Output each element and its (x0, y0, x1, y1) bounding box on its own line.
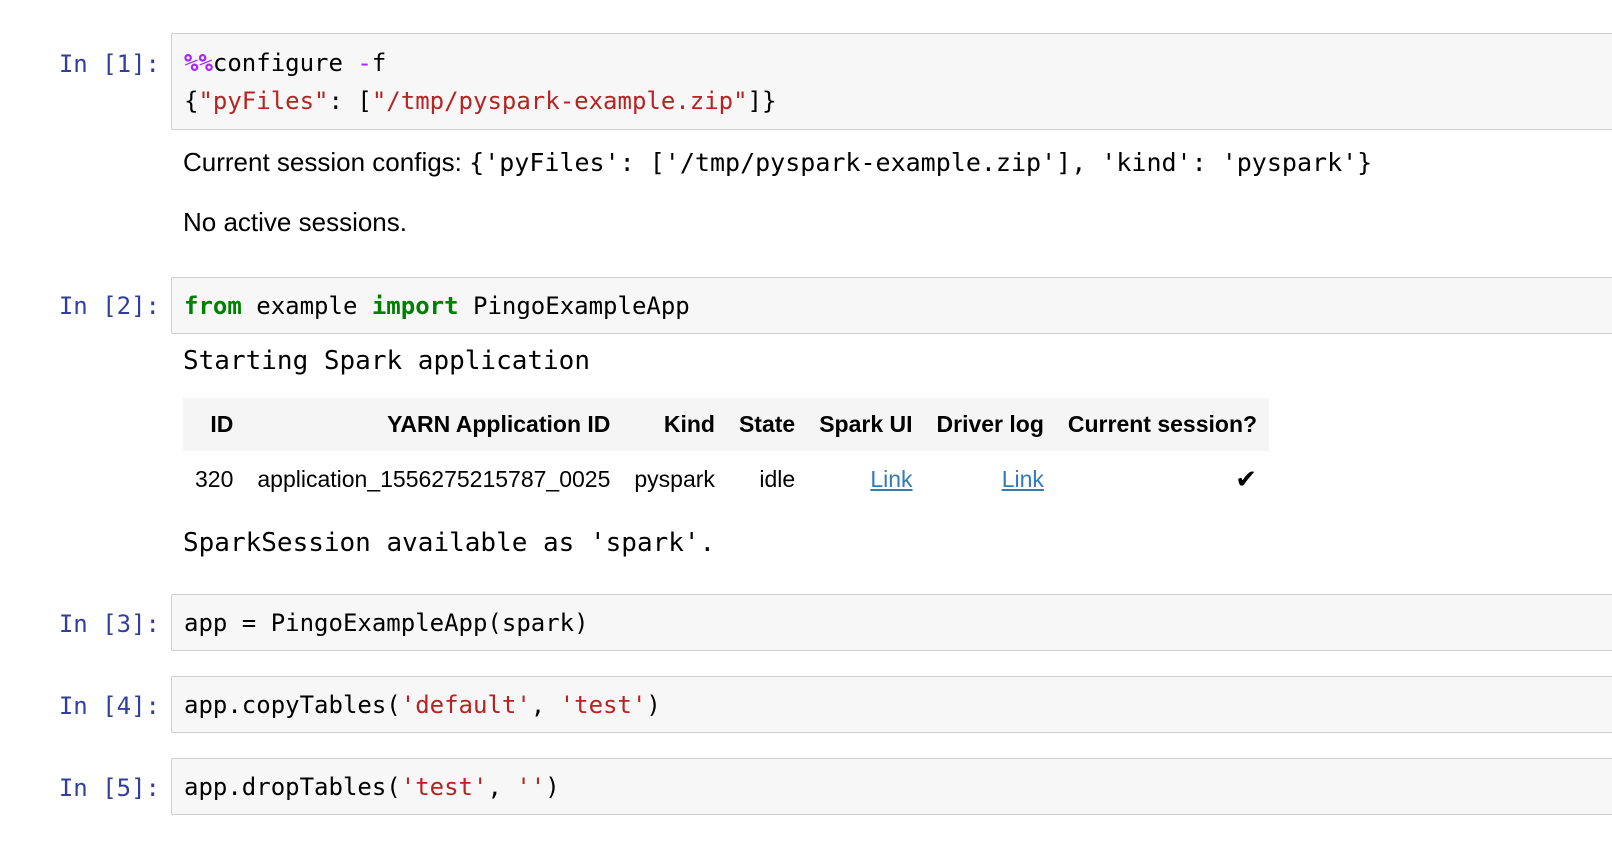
call-suffix: ) (646, 691, 661, 719)
code-line: app = PingoExampleApp(spark) (184, 609, 589, 637)
cell-3-prompt: In [3]: (58, 610, 160, 638)
cell-kind: pyspark (634, 465, 715, 492)
string-arg-1: 'default' (400, 691, 531, 719)
spark-ui-link[interactable]: Link (870, 466, 912, 492)
json-close: ]} (747, 87, 777, 115)
code-line: from example import PingoExampleApp (184, 287, 1612, 325)
string-arg-1: 'test' (400, 773, 488, 801)
arg-separator: , (487, 773, 517, 801)
call-prefix: app.copyTables( (184, 691, 401, 719)
cell-5-prompt: In [5]: (58, 774, 160, 802)
json-colon: : [ (328, 87, 372, 115)
string-arg-2: 'test' (559, 691, 647, 719)
cell-2-output-available: SparkSession available as 'spark'. (183, 528, 716, 558)
string-arg-2: '' (516, 773, 546, 801)
header-yarn-app-id: YARN Application ID (245, 398, 623, 451)
cell-2-prompt: In [2]: (58, 292, 160, 320)
arg-separator: , (530, 691, 560, 719)
header-kind: Kind (622, 398, 727, 451)
cell-2-output-starting: Starting Spark application (183, 346, 590, 376)
cell-app-id: application_1556275215787_0025 (257, 465, 611, 492)
json-key: "pyFiles" (198, 87, 329, 115)
call-prefix: app.dropTables( (184, 773, 401, 801)
header-id: ID (183, 398, 246, 451)
table-row: 320 application_1556275215787_0025 pyspa… (183, 451, 1269, 507)
header-spark-ui: Spark UI (807, 398, 925, 451)
call-suffix: ) (545, 773, 560, 801)
configs-label: Current session configs: (183, 147, 470, 177)
table-header-row: ID YARN Application ID Kind State Spark … (183, 398, 1270, 451)
json-open: { (184, 87, 199, 115)
cell-3-code-editor[interactable]: app = PingoExampleApp(spark) (171, 594, 1612, 651)
header-current-session: Current session? (1055, 398, 1270, 451)
cell-5-code-editor[interactable]: app.dropTables('test', '') (171, 758, 1612, 815)
header-driver-log: Driver log (924, 398, 1056, 451)
keyword-import: import (371, 292, 459, 320)
cell-driver-log: Link (925, 451, 1056, 507)
module-name: example (241, 292, 372, 320)
flag-dash: - (357, 49, 372, 77)
code-line: app.copyTables('default', 'test') (184, 686, 1612, 724)
cell-1-output-configs: Current session configs: {'pyFiles': ['/… (183, 142, 1372, 187)
cell-spark-ui: Link (807, 451, 924, 507)
code-line-1: %%configure -f (184, 44, 1612, 82)
magic-command: configure (212, 49, 358, 77)
cell-1-code-editor[interactable]: %%configure -f {"pyFiles": ["/tmp/pyspar… (171, 33, 1612, 130)
cell-state: idle (759, 465, 796, 492)
checkmark-icon: ✔ (1235, 463, 1258, 494)
cell-1-output-status: No active sessions. (183, 207, 407, 237)
keyword-from: from (184, 292, 242, 320)
cell-2-code-editor[interactable]: from example import PingoExampleApp (171, 277, 1612, 334)
driver-log-link[interactable]: Link (1002, 466, 1044, 492)
code-line: app.dropTables('test', '') (184, 768, 1612, 806)
spark-session-table: ID YARN Application ID Kind State Spark … (183, 398, 1270, 507)
json-value: "/tmp/pyspark-example.zip" (371, 87, 748, 115)
cell-4-code-editor[interactable]: app.copyTables('default', 'test') (171, 676, 1612, 733)
code-line-2: {"pyFiles": ["/tmp/pyspark-example.zip"]… (184, 82, 1612, 120)
cell-1-prompt: In [1]: (58, 50, 160, 78)
import-name: PingoExampleApp (458, 292, 690, 320)
cell-current-session: ✔ (1056, 451, 1269, 507)
cell-id: 320 (195, 465, 234, 492)
cell-4-prompt: In [4]: (58, 692, 160, 720)
configs-value: {'pyFiles': ['/tmp/pyspark-example.zip']… (469, 148, 1373, 177)
magic-operator: %% (184, 49, 213, 77)
header-state: State (726, 398, 808, 451)
flag-letter: f (371, 49, 387, 77)
